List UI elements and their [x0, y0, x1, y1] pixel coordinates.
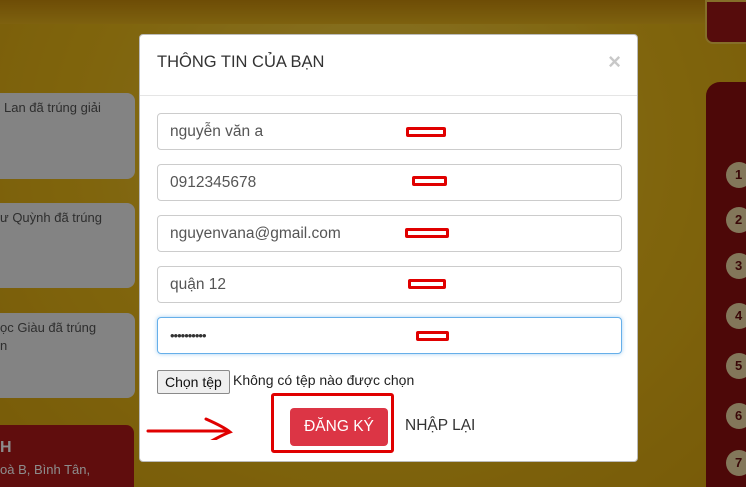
annotation-mark	[412, 176, 447, 186]
annotation-mark	[406, 127, 446, 137]
close-icon[interactable]: ×	[608, 50, 621, 74]
phone-input[interactable]: 0912345678	[157, 164, 622, 201]
annotation-arrow-icon	[146, 417, 233, 440]
file-status: Không có tệp nào được chọn	[233, 372, 415, 388]
password-input[interactable]: ••••••••••	[157, 317, 622, 354]
name-input[interactable]: nguyễn văn a	[157, 113, 622, 150]
register-button[interactable]: ĐĂNG KÝ	[290, 408, 388, 446]
email-input[interactable]: nguyenvana@gmail.com	[157, 215, 622, 252]
annotation-mark	[408, 279, 446, 289]
annotation-mark	[416, 331, 449, 341]
district-input[interactable]: quận 12	[157, 266, 622, 303]
registration-modal: THÔNG TIN CỦA BẠN × nguyễn văn a 0912345…	[139, 34, 638, 462]
annotation-mark	[405, 228, 449, 238]
modal-title: THÔNG TIN CỦA BẠN	[157, 53, 325, 71]
choose-file-button[interactable]: Chọn tệp	[157, 370, 230, 394]
reset-button[interactable]: NHẬP LẠI	[405, 417, 475, 435]
modal-header: THÔNG TIN CỦA BẠN ×	[140, 35, 637, 96]
